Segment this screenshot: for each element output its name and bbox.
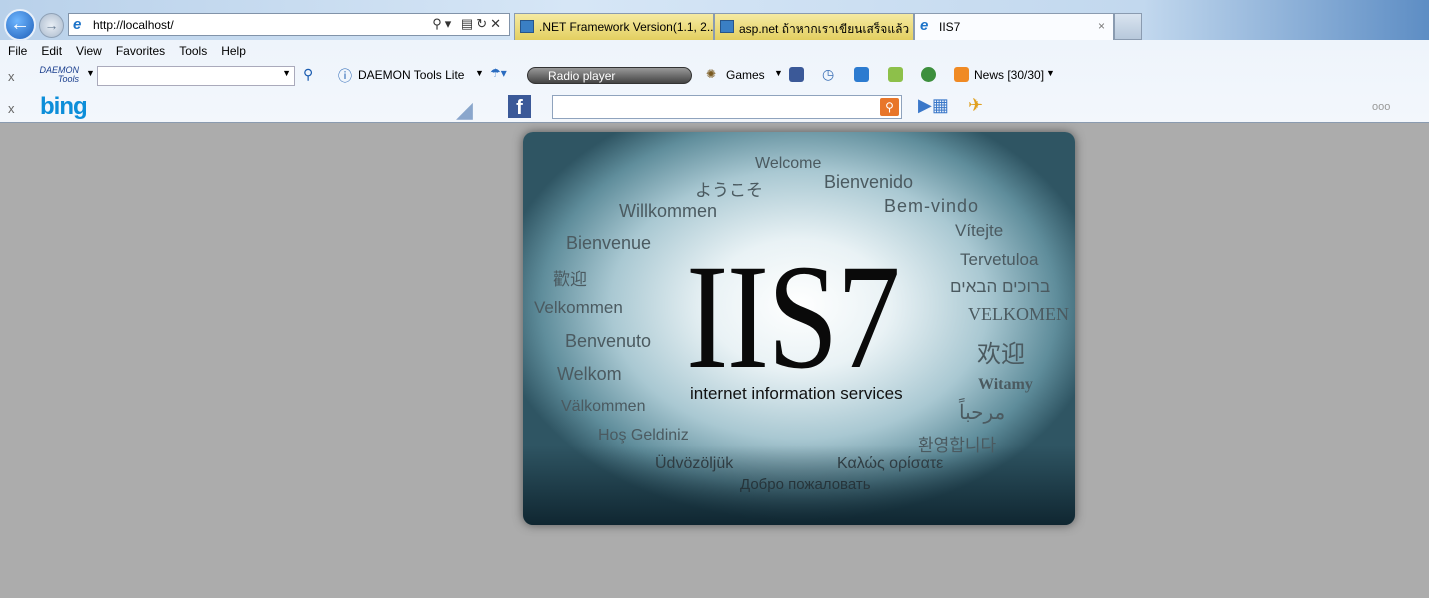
chevron-down-icon[interactable]: ▼ (1046, 68, 1055, 78)
welcome-word: 歡迎 (553, 270, 587, 289)
welcome-word: Tervetuloa (960, 250, 1039, 269)
close-tab-icon[interactable]: × (1098, 19, 1105, 33)
daemon-tools-lite-button[interactable]: DAEMON Tools Lite (358, 68, 464, 82)
ie-icon: e (73, 16, 82, 33)
address-controls[interactable]: ⚲▾ ▤↻✕ (432, 16, 504, 32)
facebook-icon[interactable]: f (508, 95, 531, 119)
welcome-word: Benvenuto (565, 331, 652, 351)
video-icon[interactable]: ▶▦ (918, 95, 949, 116)
weather-icon[interactable]: ☂▾ (490, 66, 507, 80)
menu-tools[interactable]: Tools (171, 42, 213, 62)
chevron-down-icon[interactable]: ▼ (282, 68, 291, 78)
chevron-down-icon[interactable]: ▼ (475, 68, 484, 78)
address-bar[interactable]: e http://localhost/ ⚲▾ ▤↻✕ (68, 13, 510, 36)
iis7-subtitle: internet information services (690, 384, 903, 403)
translate-icon[interactable]: ✈ (968, 95, 983, 116)
bing-logo[interactable]: bing (40, 93, 88, 121)
welcome-word: مرحباً (959, 402, 1006, 424)
bing-search-input[interactable]: ⚲ (552, 95, 902, 119)
chevron-down-icon[interactable]: ▼ (86, 68, 95, 78)
menu-help[interactable]: Help (213, 42, 252, 62)
welcome-word: Καλώς ορίσατε (837, 455, 944, 472)
clock-icon[interactable]: ◷ (822, 66, 834, 83)
menu-view[interactable]: View (68, 42, 108, 62)
more-button[interactable]: ooo (1372, 101, 1390, 113)
new-tab-button[interactable] (1114, 13, 1142, 40)
globe-icon[interactable] (921, 67, 936, 83)
welcome-word: Vítejte (955, 221, 1004, 240)
close-toolbar-button[interactable]: x (8, 101, 15, 116)
rss-icon[interactable] (954, 67, 969, 83)
compat-view-icon[interactable]: ▤ (461, 16, 476, 31)
toolbar-search-input[interactable]: ▼ (97, 66, 295, 86)
news-button[interactable]: News [30/30] (974, 68, 1044, 82)
chevron-down-icon[interactable]: ▼ (774, 68, 783, 78)
page-icon (720, 20, 734, 33)
welcome-word: Willkommen (619, 201, 718, 221)
welcome-word: VELKOMEN (968, 304, 1069, 324)
tab-iis7[interactable]: e IIS7 × (914, 13, 1114, 40)
menu-file[interactable]: File (0, 42, 33, 62)
tab-dotnet-framework[interactable]: .NET Framework Version(1.1, 2.... (514, 13, 714, 40)
menu-bar: File Edit View Favorites Tools Help (0, 42, 252, 62)
iis7-logo: IIS7 (686, 234, 900, 400)
bing-toolbar: x bing ◢ f ⚲ ▶▦ ✈ ooo (0, 93, 1429, 122)
tab-label: asp.net ถ้าหากเราเขียนเสร็จแล้ว ... (739, 22, 914, 36)
menu-favorites[interactable]: Favorites (108, 42, 171, 62)
notes-icon[interactable] (888, 67, 903, 83)
stop-icon[interactable]: ✕ (490, 16, 504, 31)
radio-label: Radio player (548, 69, 616, 83)
calendar-icon[interactable] (854, 67, 869, 83)
facebook-icon[interactable] (789, 67, 804, 83)
browser-chrome: ← → e http://localhost/ ⚲▾ ▤↻✕ .NET Fram… (0, 0, 1429, 123)
iis7-welcome-image: IIS7 internet information services Welco… (523, 132, 1075, 525)
welcome-word: 欢迎 (977, 341, 1025, 368)
daemon-lightning-icon: ⓘ (338, 68, 352, 84)
radio-player[interactable]: Radio player (527, 67, 692, 84)
search-lightning-icon[interactable]: ⚲ (303, 66, 313, 83)
back-button[interactable]: ← (4, 9, 36, 41)
tab-aspnet[interactable]: asp.net ถ้าหากเราเขียนเสร็จแล้ว ... (714, 13, 914, 40)
refresh-icon[interactable]: ↻ (476, 16, 490, 31)
search-icon[interactable]: ⚲ (432, 16, 445, 31)
address-url[interactable]: http://localhost/ (93, 18, 174, 32)
welcome-word: Welcome (755, 155, 822, 172)
welcome-word: Bem-vindo (884, 196, 980, 216)
tab-label: IIS7 (939, 20, 961, 34)
welcome-word: Välkommen (561, 398, 646, 415)
welcome-word: Hoş Geldiniz (598, 427, 689, 444)
welcome-word: Velkommen (534, 298, 623, 317)
tab-label: .NET Framework Version(1.1, 2.... (539, 20, 714, 34)
menu-edit[interactable]: Edit (33, 42, 68, 62)
welcome-word: Bienvenue (566, 233, 652, 253)
mail-icon[interactable]: ◢ (456, 97, 473, 123)
welcome-word: Bienvenido (824, 172, 914, 192)
welcome-word: ברוכים הבאים (950, 277, 1051, 296)
welcome-word: 환영합니다 (918, 436, 997, 455)
search-icon[interactable]: ⚲ (880, 98, 899, 116)
page-icon (520, 20, 534, 33)
games-button[interactable]: Games (726, 68, 765, 82)
daemon-logo[interactable]: DAEMON Tools (33, 66, 79, 84)
welcome-word: Welkom (557, 364, 622, 384)
welcome-word: Добро пожаловать (740, 476, 871, 493)
welcome-word: Üdvözöljük (655, 455, 734, 472)
daemon-toolbar: x DAEMON Tools ▼ ▼ ⚲ ⓘ DAEMON Tools Lite… (0, 63, 1429, 87)
forward-button[interactable]: → (39, 13, 64, 38)
welcome-word: ようこそ (695, 181, 763, 200)
games-icon: ✺ (706, 67, 717, 81)
ie-icon: e (920, 17, 929, 34)
close-toolbar-button[interactable]: x (8, 69, 15, 84)
welcome-word: Witamy (978, 376, 1033, 393)
